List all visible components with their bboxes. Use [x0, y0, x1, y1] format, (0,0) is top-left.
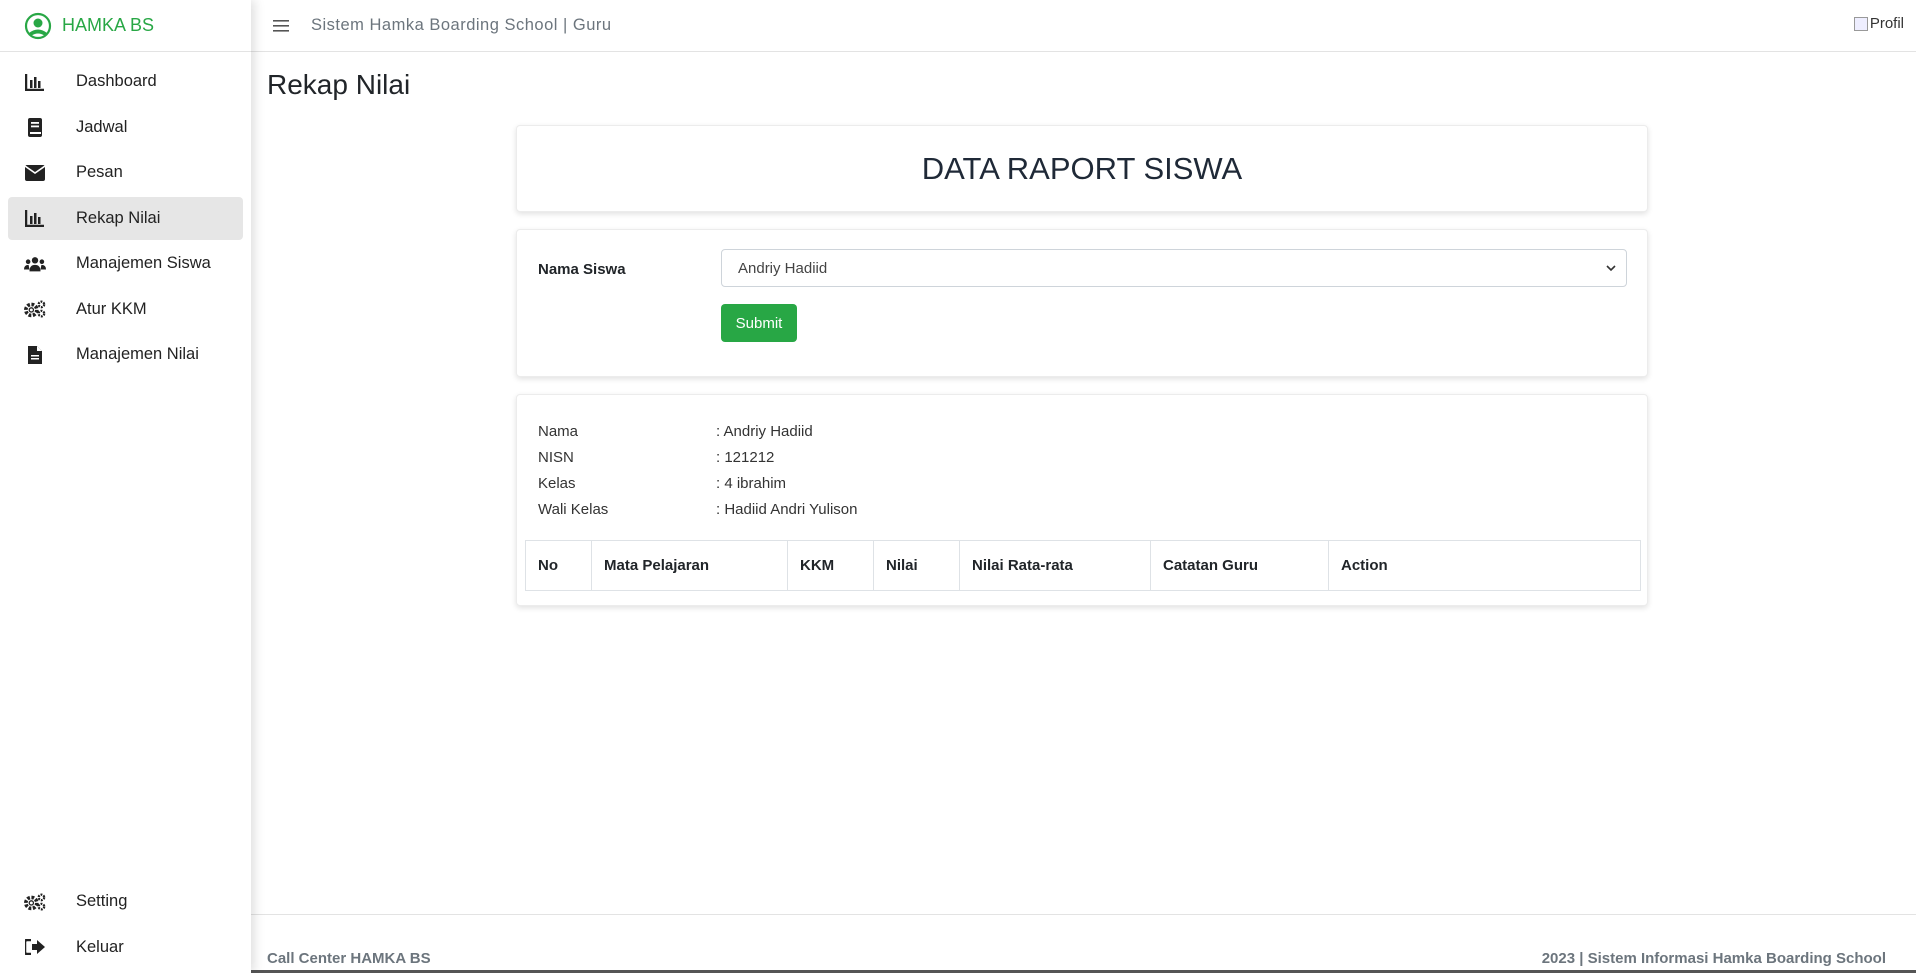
- table-header-row: No Mata Pelajaran KKM Nilai Nilai Rata-r…: [525, 540, 1641, 591]
- info-row-nama: Nama : Andriy Hadiid: [538, 418, 857, 444]
- sidebar-bottom-nav: Setting Keluar: [0, 880, 251, 971]
- info-key: Kelas: [538, 474, 576, 492]
- sidebar-item-manajemen-siswa[interactable]: Manajemen Siswa: [8, 242, 243, 285]
- sidebar-item-jadwal[interactable]: Jadwal: [8, 106, 243, 149]
- info-value: : 4 ibrahim: [716, 474, 787, 492]
- book-icon: [24, 116, 46, 138]
- column-header-nilai-rata-rata: Nilai Rata-rata: [959, 540, 1151, 591]
- student-select-card: Nama Siswa Andriy Hadiid Submit: [516, 229, 1648, 377]
- info-value: : Hadiid Andri Yulison: [716, 500, 858, 518]
- sidebar-item-label: Pesan: [76, 163, 123, 181]
- report-title: DATA RAPORT SISWA: [921, 150, 1243, 186]
- info-key: Nama: [538, 422, 579, 440]
- footer-call-center[interactable]: Call Center HAMKA BS: [267, 950, 431, 967]
- broken-image-icon: [1853, 16, 1868, 31]
- app-title: Sistem Hamka Boarding School | Guru: [311, 16, 612, 34]
- page-title: Rekap Nilai: [267, 69, 411, 100]
- envelope-icon: [24, 162, 46, 184]
- profile-alt-text: Profil: [1869, 15, 1904, 32]
- chevron-down-icon: [1606, 265, 1616, 272]
- sidebar-item-keluar[interactable]: Keluar: [8, 926, 243, 969]
- column-header-action: Action: [1328, 540, 1641, 591]
- sidebar-item-manajemen-nilai[interactable]: Manajemen Nilai: [8, 333, 243, 376]
- topbar: Sistem Hamka Boarding School | Guru Prof…: [251, 0, 1916, 52]
- sidebar-item-dashboard[interactable]: Dashboard: [8, 60, 243, 103]
- student-info: Nama : Andriy Hadiid NISN : 121212 Kelas…: [538, 418, 857, 522]
- column-header-kkm: KKM: [787, 540, 874, 591]
- cogs-icon: [24, 298, 46, 320]
- column-header-no: No: [525, 540, 592, 591]
- file-icon: [24, 344, 46, 366]
- info-key: NISN: [538, 448, 574, 466]
- cogs-icon: [24, 891, 46, 913]
- student-select-label: Nama Siswa: [538, 261, 626, 278]
- student-select[interactable]: Andriy Hadiid: [721, 249, 1627, 287]
- users-icon: [24, 253, 46, 275]
- chart-bar-icon: [24, 71, 46, 93]
- main-content: Rekap Nilai DATA RAPORT SISWA Nama Siswa…: [251, 52, 1916, 973]
- sidebar-item-label: Rekap Nilai: [76, 208, 161, 227]
- sidebar-item-atur-kkm[interactable]: Atur KKM: [8, 288, 243, 331]
- grades-table: No Mata Pelajaran KKM Nilai Nilai Rata-r…: [525, 540, 1641, 591]
- student-select-value: Andriy Hadiid: [738, 259, 828, 277]
- column-header-catatan-guru: Catatan Guru: [1150, 540, 1329, 591]
- brand[interactable]: HAMKA BS: [0, 0, 251, 52]
- sidebar: HAMKA BS Dashboard Jadwal Pesan Rekap Ni…: [0, 0, 251, 973]
- sidebar-nav: Dashboard Jadwal Pesan Rekap Nilai Manaj…: [0, 52, 251, 376]
- info-row-wali-kelas: Wali Kelas : Hadiid Andri Yulison: [538, 496, 857, 522]
- sidebar-item-rekap-nilai[interactable]: Rekap Nilai: [8, 196, 243, 240]
- sidebar-item-label: Atur KKM: [76, 299, 147, 318]
- column-header-mata-pelajaran: Mata Pelajaran: [591, 540, 788, 591]
- footer-copyright: 2023 | Sistem Informasi Hamka Boarding S…: [1541, 950, 1886, 967]
- sidebar-item-setting[interactable]: Setting: [8, 880, 243, 923]
- sidebar-item-label: Setting: [76, 892, 128, 910]
- info-row-nisn: NISN : 121212: [538, 444, 857, 470]
- sidebar-item-pesan[interactable]: Pesan: [8, 151, 243, 194]
- student-report-card: Nama : Andriy Hadiid NISN : 121212 Kelas…: [516, 394, 1648, 606]
- sidebar-item-label: Manajemen Siswa: [76, 254, 211, 272]
- sidebar-item-label: Jadwal: [76, 117, 128, 136]
- hamburger-menu-icon[interactable]: [273, 16, 293, 36]
- hamka-logo-icon: [24, 12, 52, 39]
- sign-out-icon: [24, 936, 46, 958]
- profile-avatar[interactable]: Profil: [1853, 15, 1904, 32]
- sidebar-item-label: Manajemen Nilai: [76, 345, 199, 363]
- submit-button[interactable]: Submit: [721, 304, 797, 342]
- info-value: : Andriy Hadiid: [716, 422, 813, 440]
- column-header-nilai: Nilai: [873, 540, 960, 591]
- brand-name: HAMKA BS: [62, 15, 155, 35]
- info-key: Wali Kelas: [538, 500, 609, 518]
- sidebar-item-label: Dashboard: [76, 72, 157, 90]
- report-header-card: DATA RAPORT SISWA: [516, 125, 1648, 212]
- footer: Call Center HAMKA BS 2023 | Sistem Infor…: [251, 914, 1916, 973]
- info-row-kelas: Kelas : 4 ibrahim: [538, 470, 857, 496]
- sidebar-item-label: Keluar: [76, 937, 124, 956]
- chart-bar-icon: [24, 207, 46, 229]
- info-value: : 121212: [716, 448, 775, 466]
